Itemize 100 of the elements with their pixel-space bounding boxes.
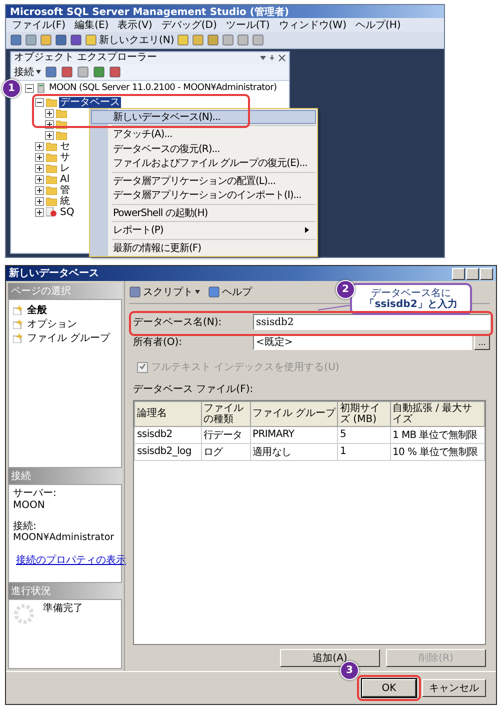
minimize-button[interactable]	[452, 268, 465, 280]
table-cell: PRIMARY	[250, 426, 338, 443]
expand-icon[interactable]	[35, 152, 44, 162]
expand-icon[interactable]	[35, 196, 44, 206]
expand-icon[interactable]	[35, 186, 44, 194]
field-label: 所有者(O):	[133, 336, 184, 349]
menu-item[interactable]: レポート(P)	[91, 223, 316, 238]
window-title: Microsoft SQL Server Management Studio (管理者)	[6, 5, 444, 18]
menu-item[interactable]: ファイル(F)	[12, 18, 66, 32]
folder-icon	[56, 130, 67, 140]
column-header[interactable]: 自動拡張 / 最大サイズ	[390, 401, 484, 426]
maximize-button[interactable]	[466, 268, 479, 280]
column-header[interactable]: 論理名	[134, 401, 201, 426]
expand-icon[interactable]	[45, 130, 54, 140]
callout-text: 「ssisdb2」と入力	[364, 299, 458, 310]
step-badge: 1	[2, 78, 21, 98]
menu-item[interactable]: ツール(T)	[226, 18, 270, 32]
table-cell: 5	[338, 426, 390, 443]
ok-button[interactable]: OK	[362, 679, 416, 697]
files-label: データベース ファイル(F):	[133, 384, 254, 396]
folder-icon	[46, 98, 57, 106]
tree-item[interactable]: レ	[59, 162, 71, 174]
tree-item[interactable]: Al	[59, 174, 71, 184]
dialog-title: 新しいデータベース	[9, 268, 99, 280]
highlight-frame	[357, 675, 421, 701]
page-icon	[13, 305, 24, 315]
tree-item[interactable]: MOON (SQL Server 11.0.2100 - MOON¥Administrator)	[48, 82, 278, 94]
table-cell: 10 % 単位で無制限	[390, 443, 484, 460]
expand-icon[interactable]	[35, 164, 44, 172]
section-header: 進行状況	[8, 583, 122, 599]
page-icon	[13, 333, 24, 343]
close-button[interactable]	[480, 268, 493, 280]
table-cell: ssisdb2	[134, 426, 201, 443]
server-label: サーバー:	[13, 488, 58, 500]
folder-icon	[46, 142, 57, 150]
folder-icon	[46, 164, 57, 172]
collapse-icon[interactable]	[25, 84, 34, 92]
caret-icon	[36, 70, 41, 74]
expand-icon[interactable]	[35, 208, 44, 216]
page-item[interactable]: オプション	[13, 317, 117, 331]
menu-item[interactable]: デバッグ(D)	[161, 18, 217, 32]
connect-button[interactable]: 接続	[14, 64, 41, 78]
tree-item[interactable]: データベース	[59, 96, 121, 108]
table-cell: 行データ	[201, 426, 250, 443]
field-label: データベース名(N):	[133, 316, 223, 329]
page-icon	[13, 319, 24, 329]
menu-item[interactable]: データ層アプリケーションの配置(L)...	[91, 174, 316, 188]
tree-item[interactable]: 管	[59, 184, 71, 196]
caret-icon	[195, 290, 200, 294]
column-header[interactable]: ファイル グループ	[250, 401, 338, 426]
callout-text: データベース名に	[371, 288, 451, 298]
expand-icon[interactable]	[35, 174, 44, 184]
toolbar-button[interactable]: スクリプト	[129, 285, 200, 299]
panel-title: オブジェクト エクスプローラー	[14, 52, 158, 64]
folder-icon	[46, 186, 57, 194]
page-item[interactable]: ファイル グループ	[13, 331, 117, 345]
input-field[interactable]: ssisdb2	[253, 314, 490, 330]
progress-spinner-icon	[13, 603, 35, 625]
expand-icon[interactable]	[45, 108, 54, 118]
connection-user: MOON¥Administrator	[13, 533, 116, 544]
new-query-button[interactable]: 新しいクエリ(N)	[85, 33, 174, 47]
menu-item[interactable]: ウィンドウ(W)	[278, 18, 346, 32]
connection-label: 接続:	[13, 520, 38, 532]
tree-item[interactable]: 統	[59, 196, 71, 206]
tree-item[interactable]: サ	[59, 152, 71, 162]
menu-item[interactable]: PowerShell の起動(H)	[91, 206, 316, 220]
panel-controls-icon[interactable]	[260, 54, 286, 62]
checkmark-icon	[139, 362, 146, 370]
table-cell: 適用なし	[250, 443, 338, 460]
menu-item[interactable]: 新しいデータベース(N)...	[91, 110, 316, 124]
section-header: 接続	[8, 468, 122, 484]
submenu-arrow-icon	[305, 227, 309, 234]
agent-icon	[46, 207, 57, 217]
menu-item[interactable]: データベースの復元(R)...	[91, 142, 316, 156]
page-item[interactable]: 全般	[13, 303, 117, 317]
menu-item[interactable]: アタッチ(A)...	[91, 127, 316, 142]
collapse-icon[interactable]	[35, 98, 44, 106]
menu-item[interactable]: 表示(V)	[118, 18, 152, 32]
cancel-button[interactable]: キャンセル	[422, 679, 486, 697]
tree-item[interactable]: セ	[59, 140, 71, 152]
table-cell: 1	[338, 443, 390, 460]
expand-icon[interactable]	[35, 142, 44, 150]
column-header[interactable]: 初期サイズ (MB)	[338, 401, 390, 426]
menu-item[interactable]: データ層アプリケーションのインポート(I)...	[91, 188, 316, 202]
server-icon	[36, 83, 46, 93]
table-cell: 1 MB 単位で無制限	[390, 426, 484, 443]
add-button[interactable]: 追加(A)	[280, 649, 380, 667]
table-cell: ログ	[201, 443, 250, 460]
folder-icon	[46, 174, 57, 184]
table-cell: ssisdb2_log	[134, 443, 201, 460]
progress-status: 準備完了	[43, 603, 83, 616]
menu-item[interactable]: ヘルプ(H)	[355, 18, 401, 32]
column-header[interactable]: ファイルの種類	[201, 401, 250, 426]
tree-item[interactable]: SQ	[59, 206, 76, 218]
menu-item[interactable]: 編集(E)	[74, 18, 109, 32]
server-name: MOON	[13, 500, 46, 512]
folder-icon	[46, 196, 57, 206]
menu-item[interactable]: ファイルおよびファイル グループの復元(E)...	[91, 156, 316, 170]
toolbar-button[interactable]: ヘルプ	[208, 285, 252, 299]
menu-item[interactable]: 最新の情報に更新(F)	[91, 240, 316, 255]
